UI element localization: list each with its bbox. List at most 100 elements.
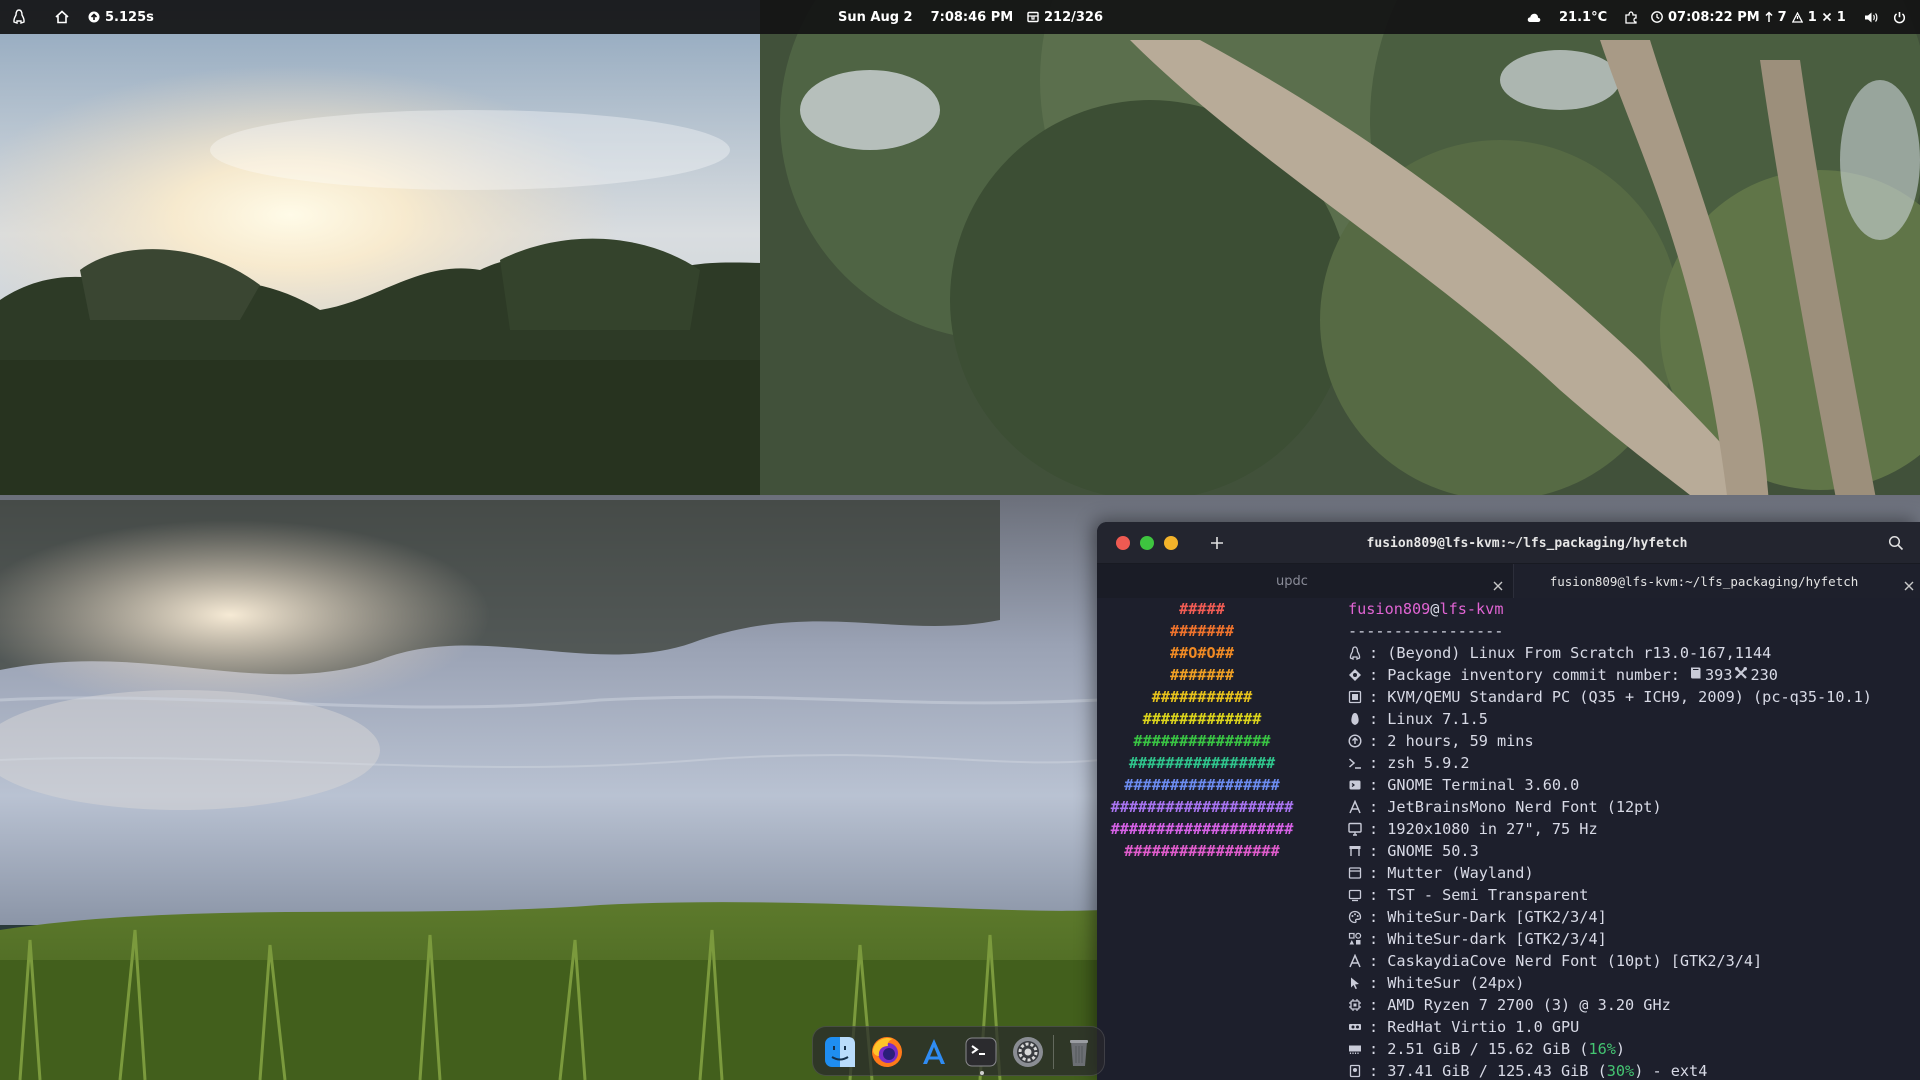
dock [812, 1026, 1105, 1076]
timer-text: 5.125s [105, 9, 154, 25]
window-close-button[interactable] [1116, 536, 1130, 550]
icons-grid-icon [1348, 928, 1366, 950]
info-line: : TST - Semi Transparent [1348, 884, 1920, 906]
package-count[interactable]: 212/326 [1027, 0, 1103, 34]
font-icon [1348, 796, 1366, 818]
ascii-art-line: ####### [1169, 622, 1234, 640]
info-line: : Linux 7.1.5 [1348, 708, 1920, 730]
finder-icon [825, 1037, 855, 1067]
info-text: : WhiteSur-dark [GTK2/3/4] [1369, 930, 1607, 948]
info-line: : CaskaydiaCove Nerd Font (10pt) [GTK2/3… [1348, 950, 1920, 972]
ascii-art-line: ################ [1128, 754, 1276, 772]
dock-firefox[interactable] [869, 1034, 905, 1070]
home-icon[interactable] [55, 10, 69, 24]
disk-icon [1349, 1064, 1361, 1078]
motherboard-icon [1348, 686, 1366, 708]
dock-trash[interactable] [1061, 1034, 1097, 1070]
terminal-title: fusion809@lfs-kvm:~/lfs_packaging/hyfetc… [1366, 535, 1688, 551]
clock-and-indicators[interactable]: 07:08:22 PM 7 1 1 [1651, 0, 1846, 34]
terminal-titlebar[interactable]: fusion809@lfs-kvm:~/lfs_packaging/hyfetc… [1097, 522, 1920, 564]
package-box-icon [1027, 11, 1039, 23]
uptime-icon [1348, 730, 1366, 752]
window-manager-icon [1348, 862, 1366, 884]
terminal-icon [1349, 780, 1361, 790]
desktop-environment-icon [1349, 846, 1361, 856]
dock-separator [1053, 1035, 1054, 1069]
cloud-icon [1527, 12, 1541, 23]
info-text: : zsh 5.9.2 [1369, 754, 1470, 772]
info-line: : 1920x1080 in 27", 75 Hz [1348, 818, 1920, 840]
linux-tux-icon[interactable] [12, 9, 26, 25]
info-line: : 2 hours, 59 mins [1348, 730, 1920, 752]
monitor-icon [1348, 822, 1362, 836]
icons-grid-icon [1348, 932, 1362, 945]
tab-close-button[interactable] [1904, 576, 1914, 591]
search-button[interactable] [1888, 535, 1904, 551]
terminal-output[interactable]: ##### ####### ##O#O## ####### ########### ###… [1097, 598, 1920, 1080]
user-host-line: fusion809 @ lfs-kvm [1348, 598, 1920, 620]
dock-app-launcher[interactable] [916, 1034, 952, 1070]
info-text: : Mutter (Wayland) [1369, 864, 1534, 882]
wm-theme-icon [1348, 889, 1362, 902]
info-text: : GNOME 50.3 [1369, 842, 1479, 860]
errors-count: 1 [1836, 9, 1846, 25]
shell-prompt-icon [1348, 752, 1366, 774]
usage-percent: 16% [1588, 1040, 1616, 1058]
uptime-icon [1348, 734, 1362, 748]
cursor-icon [1348, 972, 1366, 994]
firefox-icon [872, 1037, 902, 1067]
ascii-art-line: ############# [1142, 710, 1262, 728]
tab-label: fusion809@lfs-kvm:~/lfs_packaging/hyfetc… [1549, 573, 1859, 589]
info-line: : Mutter (Wayland) [1348, 862, 1920, 884]
terminal-tab-bar: updc fusion809@lfs-kvm:~/lfs_packaging/h… [1097, 564, 1920, 598]
window-maximize-button[interactable] [1164, 536, 1178, 550]
info-line: : GNOME Terminal 3.60.0 [1348, 774, 1920, 796]
memory-icon [1349, 1045, 1361, 1054]
info-text: : WhiteSur-Dark [GTK2/3/4] [1369, 908, 1607, 926]
tab-hyfetch[interactable]: fusion809@lfs-kvm:~/lfs_packaging/hyfetc… [1514, 564, 1920, 598]
dock-terminal[interactable] [963, 1034, 999, 1070]
clock-text: 07:08:22 PM [1668, 9, 1760, 25]
info-text: : JetBrainsMono Nerd Font (12pt) [1369, 798, 1662, 816]
ascii-art-line: ##O#O## [1169, 644, 1234, 662]
script-timer[interactable]: 5.125s [88, 0, 154, 34]
date-text: Sun Aug 2 [838, 9, 913, 25]
speaker-icon[interactable] [1864, 11, 1879, 24]
info-text: : (Beyond) Linux From Scratch r13.0-167,… [1369, 644, 1772, 662]
info-text: : Package inventory commit number: [1369, 666, 1690, 684]
power-icon[interactable] [1893, 11, 1906, 24]
username: fusion809 [1348, 600, 1431, 618]
tab-close-button[interactable] [1493, 576, 1503, 591]
info-tail: ) [1615, 1040, 1626, 1058]
puzzle-icon[interactable] [1624, 10, 1638, 24]
ascii-art-line: ################# [1124, 842, 1280, 860]
arrow-up-icon [1765, 11, 1773, 23]
tab-updc[interactable]: updc [1097, 564, 1514, 598]
date-time[interactable]: Sun Aug 2 7:08:46 PM [838, 0, 1013, 34]
dock-finder[interactable] [822, 1034, 858, 1070]
trash-icon [1070, 1040, 1088, 1066]
info-line: : KVM/QEMU Standard PC (Q35 + ICH9, 2009… [1348, 686, 1920, 708]
info-line: : 37.41 GiB / 125.43 GiB (30%) - ext4 [1348, 1060, 1920, 1080]
cpu-icon [1348, 994, 1366, 1016]
info-line: : Package inventory commit number: 393 23… [1348, 664, 1920, 686]
penguin-icon [1348, 708, 1366, 730]
window-minimize-button[interactable] [1140, 536, 1154, 550]
arrow-up-circle-icon [88, 11, 100, 23]
dock-system-settings[interactable] [1010, 1034, 1046, 1070]
shell-prompt-icon [1349, 758, 1361, 769]
font-icon [1348, 950, 1366, 972]
weather[interactable]: 21.1°C [1527, 0, 1607, 34]
book-icon [1689, 664, 1703, 686]
theme-palette-icon [1348, 910, 1362, 924]
ascii-art-line: ########### [1151, 688, 1253, 706]
terminal-icon [965, 1037, 997, 1067]
terminal-window[interactable]: fusion809@lfs-kvm:~/lfs_packaging/hyfetc… [1097, 522, 1920, 1080]
new-tab-button[interactable] [1204, 530, 1230, 556]
package-icon [1348, 664, 1366, 686]
x-icon [1822, 12, 1832, 22]
linux-tux-icon [1349, 646, 1361, 660]
motherboard-icon [1348, 690, 1362, 704]
info-line: : 2.51 GiB / 15.62 GiB (16%) [1348, 1038, 1920, 1060]
system-settings-icon [1013, 1037, 1043, 1067]
